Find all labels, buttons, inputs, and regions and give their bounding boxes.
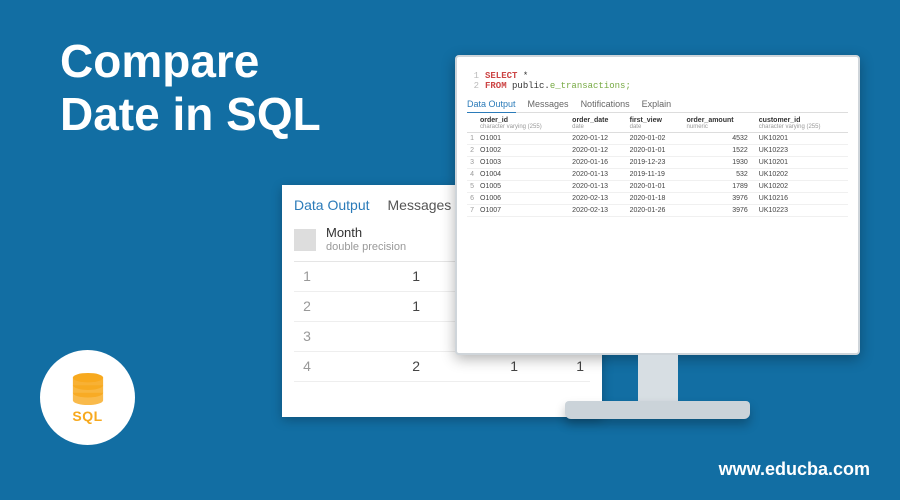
kw-select: SELECT bbox=[485, 71, 517, 81]
table-row: 4O10042020-01-132019-11-19532UK10202 bbox=[467, 169, 848, 181]
tab-notifications[interactable]: Notifications bbox=[581, 99, 630, 109]
table-row: 5O10052020-01-132020-01-011789UK10202 bbox=[467, 181, 848, 193]
page-title: Compare Date in SQL bbox=[60, 35, 321, 141]
col-order-date: order_datedate bbox=[569, 115, 626, 133]
col-order-id: order_idcharacter varying (255) bbox=[477, 115, 569, 133]
tab-data-output[interactable]: Data Output bbox=[467, 99, 516, 113]
column-type: double precision bbox=[326, 241, 406, 255]
col-customer-id: customer_idcharacter varying (255) bbox=[756, 115, 848, 133]
table-row: 6O10062020-02-132020-01-183976UK10216 bbox=[467, 193, 848, 205]
sql-code-editor: 1SELECT * 2FROM public.e_transactions; bbox=[467, 67, 848, 99]
monitor-stand-base bbox=[565, 401, 750, 419]
column-name: Month bbox=[326, 225, 406, 241]
tab-data-output[interactable]: Data Output bbox=[294, 197, 370, 213]
monitor-screen: 1SELECT * 2FROM public.e_transactions; D… bbox=[455, 55, 860, 355]
title-line1: Compare bbox=[60, 35, 259, 87]
sql-logo: SQL bbox=[40, 350, 135, 445]
table-row: 7O10072020-02-132020-01-263976UK10223 bbox=[467, 205, 848, 217]
result-tabs: Data Output Messages Notifications Expla… bbox=[467, 99, 848, 113]
table-row: 2O10022020-01-122020-01-011522UK10223 bbox=[467, 145, 848, 157]
footer-url: www.educba.com bbox=[719, 459, 870, 480]
tab-explain[interactable]: Explain bbox=[642, 99, 672, 109]
table-row: 3O10032020-01-162019-12-231930UK10201 bbox=[467, 157, 848, 169]
monitor: 1SELECT * 2FROM public.e_transactions; D… bbox=[455, 55, 860, 419]
results-body: 1O10012020-01-122020-01-024532UK10201 2O… bbox=[467, 133, 848, 217]
database-icon bbox=[69, 372, 107, 406]
title-line2: Date in SQL bbox=[60, 88, 321, 140]
tab-messages[interactable]: Messages bbox=[528, 99, 569, 109]
monitor-stand-neck bbox=[638, 355, 678, 401]
kw-from: FROM bbox=[485, 81, 507, 91]
table-row: 1O10012020-01-122020-01-024532UK10201 bbox=[467, 133, 848, 145]
results-table: order_idcharacter varying (255) order_da… bbox=[467, 115, 848, 217]
table-corner bbox=[294, 229, 316, 251]
table-name: e_transactions; bbox=[550, 81, 631, 91]
tab-messages[interactable]: Messages bbox=[388, 197, 452, 213]
col-order-amount: order_amountnumeric bbox=[684, 115, 756, 133]
logo-text: SQL bbox=[72, 408, 102, 424]
col-first-view: first_viewdate bbox=[627, 115, 684, 133]
column-header-month: Month double precision bbox=[326, 225, 406, 255]
